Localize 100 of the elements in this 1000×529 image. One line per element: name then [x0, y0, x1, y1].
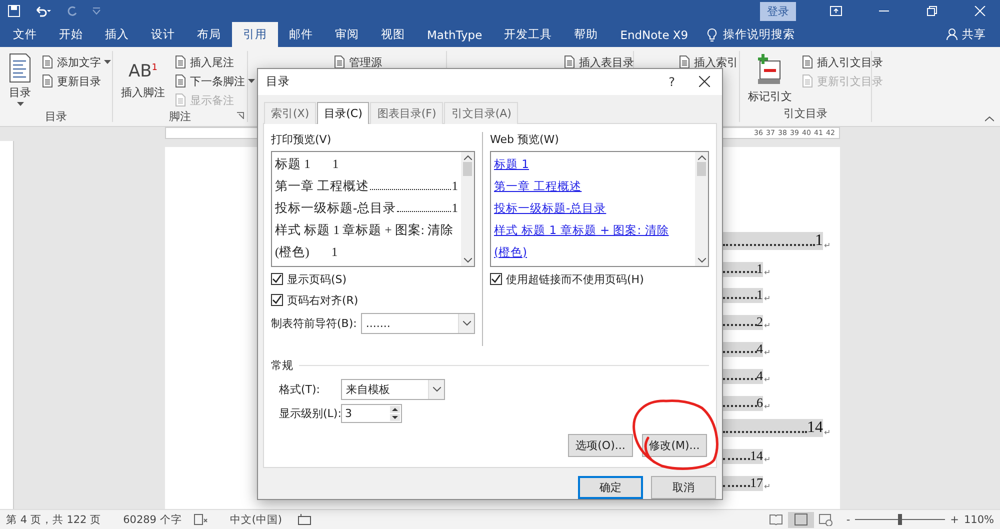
document-icon — [40, 74, 54, 88]
scrollbar[interactable] — [461, 152, 474, 266]
page-list-icon — [8, 53, 32, 83]
paragraph-mark: ↵ — [764, 374, 771, 384]
ribbon-button[interactable]: 管理源 — [332, 53, 382, 71]
paragraph-mark: ↵ — [764, 402, 771, 411]
print-layout-icon[interactable] — [788, 512, 814, 528]
word-count[interactable]: 60289 个字 — [123, 512, 182, 526]
dialog-button[interactable]: 确定 — [578, 476, 643, 499]
undo-icon[interactable] — [34, 5, 52, 17]
checkbox-box[interactable] — [490, 273, 502, 286]
share-button[interactable]: 共享 — [946, 22, 986, 47]
preview-link[interactable]: 投标一级标题-总目录 — [494, 196, 679, 219]
scrollbar[interactable] — [695, 152, 708, 266]
preview-link[interactable]: 第一章 工程概述 — [494, 174, 679, 197]
proofing-icon[interactable] — [194, 514, 208, 525]
dialog-tab[interactable]: 图表目录(F) — [370, 102, 444, 124]
checkbox[interactable]: 页码右对齐(R) — [271, 292, 475, 309]
zoom-out-button[interactable]: - — [846, 514, 850, 526]
checkbox-label: 页码右对齐(R) — [287, 292, 358, 308]
customize-caret-icon[interactable] — [92, 7, 101, 15]
save-icon[interactable] — [8, 5, 20, 17]
scroll-down-icon[interactable] — [464, 258, 472, 263]
ribbon-tab[interactable]: 文件 — [2, 22, 48, 47]
dialog-button[interactable]: 修改(M)... — [642, 434, 707, 457]
dialog-launcher-icon[interactable] — [237, 112, 244, 119]
read-mode-icon[interactable] — [769, 514, 784, 525]
checkbox[interactable]: 显示页码(S) — [271, 270, 475, 288]
ribbon-button[interactable]: 插入引文目录 — [800, 53, 883, 71]
ribbon-tab[interactable]: 邮件 — [278, 22, 324, 47]
dialog-tab[interactable]: 目录(C) — [317, 102, 370, 124]
scroll-up-icon[interactable] — [698, 154, 706, 160]
toc-entry: 2 — [723, 315, 763, 330]
levels-spinner[interactable]: 3 — [341, 404, 402, 423]
ribbon-tab[interactable]: 视图 — [370, 22, 416, 47]
close-icon[interactable] — [974, 6, 986, 16]
paragraph-mark: ↵ — [764, 348, 771, 357]
ribbon-tab[interactable]: 审阅 — [324, 22, 370, 47]
scroll-down-icon[interactable] — [698, 258, 706, 263]
ribbon-button[interactable]: 更新目录 — [40, 72, 111, 90]
collapse-ribbon-icon[interactable] — [985, 116, 994, 122]
zoom-level[interactable]: 110% — [964, 514, 994, 526]
ribbon-button[interactable]: 标记引文 — [744, 51, 796, 106]
ribbon-button[interactable]: 插入表目录 — [562, 53, 634, 71]
dialog-button[interactable]: 取消 — [651, 476, 716, 499]
ribbon-tab[interactable]: 开始 — [48, 22, 94, 47]
ribbon-button[interactable]: 下一条脚注 — [173, 72, 255, 90]
caret-icon — [104, 60, 111, 64]
checkbox-box[interactable] — [271, 294, 283, 306]
tab-leader-label: 制表符前导符(B): — [271, 316, 357, 331]
ribbon-button[interactable]: AB$^{1}$ 插入脚注 — [117, 51, 169, 109]
checkbox-box[interactable] — [271, 273, 283, 286]
scroll-thumb[interactable] — [697, 162, 706, 176]
ribbon-button[interactable]: 目录 — [4, 51, 36, 109]
page-count[interactable]: 第 4 页，共 122 页 — [6, 512, 102, 526]
toc-entry: 1 — [723, 262, 763, 277]
ribbon-tab[interactable]: 引用 — [232, 22, 278, 47]
ribbon-display-icon[interactable] — [830, 6, 842, 16]
scroll-up-icon[interactable] — [464, 154, 472, 160]
tab-leader-dropdown[interactable]: ....... — [360, 312, 475, 334]
preview-link[interactable]: 标题 1 — [494, 152, 679, 175]
paragraph-mark: ↵ — [824, 240, 831, 250]
ribbon-tab[interactable]: 帮助 — [563, 22, 610, 47]
close-button[interactable] — [699, 76, 710, 88]
dialog-tab[interactable]: 引文目录(A) — [444, 102, 518, 124]
document-icon — [800, 55, 814, 69]
checkbox[interactable]: 使用超链接而不使用页码(H) — [490, 270, 709, 288]
print-preview-label: 打印预览(V) — [271, 132, 332, 147]
sign-in-button[interactable]: 登录 — [760, 2, 796, 20]
ribbon-tab[interactable]: 插入 — [94, 22, 140, 47]
search-field[interactable]: 操作说明搜索 — [707, 22, 796, 47]
toc-entry: 4 — [723, 342, 763, 357]
ribbon-tab[interactable]: MathType — [416, 22, 494, 47]
ribbon-tab[interactable]: 设计 — [140, 22, 186, 47]
document-icon — [173, 55, 187, 69]
group-label: 引文目录 — [784, 106, 828, 122]
format-dropdown[interactable]: 来自模板 — [341, 378, 445, 400]
preview-link[interactable]: 样式 标题 1 章标题 + 图案: 清除 (橙色) — [494, 218, 679, 263]
scroll-thumb[interactable] — [463, 162, 472, 176]
ribbon-button[interactable]: 添加文字 — [40, 53, 111, 71]
ribbon-tab[interactable]: 布局 — [186, 22, 232, 47]
redo-icon[interactable] — [66, 5, 78, 17]
web-layout-icon[interactable] — [819, 514, 834, 526]
dialog-tab[interactable]: 索引(X) — [264, 102, 316, 124]
ribbon-tab[interactable]: EndNote X9 — [609, 22, 700, 47]
macro-icon[interactable] — [298, 514, 312, 525]
restore-icon[interactable] — [926, 6, 938, 16]
ribbon-button[interactable]: 插入尾注 — [173, 53, 255, 71]
paragraph-mark: ↵ — [764, 294, 771, 304]
paragraph-mark: ↵ — [764, 268, 771, 277]
language[interactable]: 中文(中国) — [230, 512, 282, 526]
zoom-in-button[interactable]: + — [950, 514, 959, 526]
toc-entry: 6 — [723, 396, 763, 411]
preview-entry: 样式 标题 1 章标题 + 图案: 清除 (橙色) 1 — [275, 222, 455, 261]
zoom-slider-thumb[interactable] — [898, 514, 902, 525]
ribbon-tab[interactable]: 开发工具 — [493, 22, 564, 47]
toc-entry: 4 — [723, 368, 763, 384]
dialog-button[interactable]: 选项(O)... — [568, 434, 633, 457]
help-button[interactable]: ? — [662, 74, 681, 90]
ribbon-button[interactable]: 插入索引 — [677, 53, 738, 71]
